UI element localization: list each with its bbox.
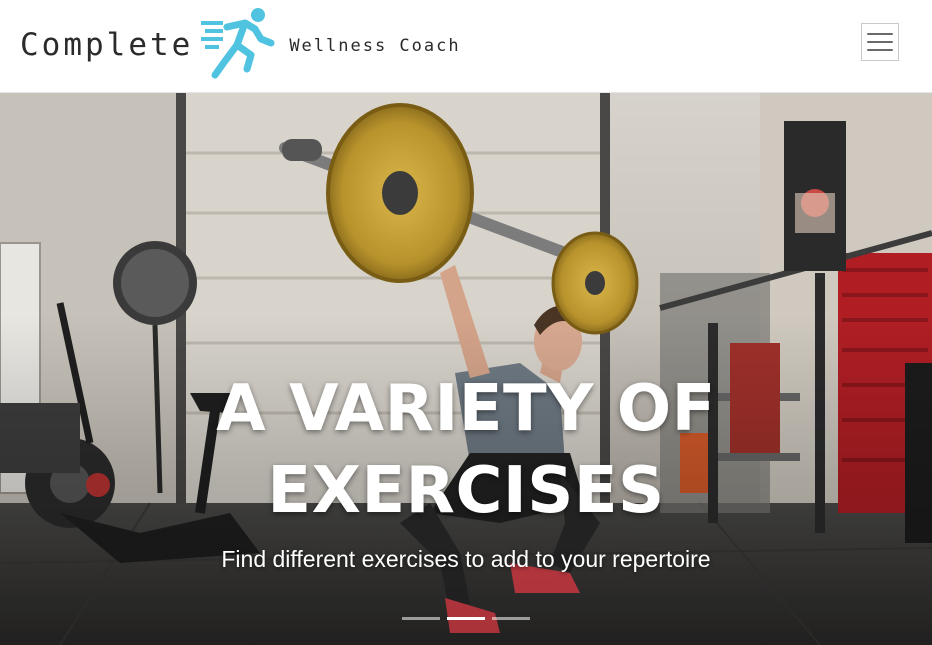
carousel-indicator-1[interactable]: [402, 617, 440, 620]
slide-subtitle: Find different exercises to add to your …: [221, 546, 711, 572]
running-person-icon: [201, 8, 275, 79]
logo-word: Complete: [20, 27, 194, 63]
carousel-indicators: [402, 617, 530, 621]
hamburger-menu-icon: [867, 41, 893, 43]
navbar-toggle-button[interactable]: [861, 23, 899, 61]
logo-tagline: Wellness Coach: [289, 36, 461, 56]
site-header: Complete Wellness Coach: [0, 0, 932, 93]
hero-carousel: A VARIETY OF EXERCISES Find different ex…: [0, 93, 932, 645]
carousel-indicator-3[interactable]: [492, 617, 530, 620]
hamburger-menu-icon: [867, 33, 893, 35]
slide-title: A VARIETY OF EXERCISES: [216, 372, 716, 528]
brand-logo[interactable]: Complete Wellness Coach: [20, 6, 461, 82]
carousel-indicator-2[interactable]: [447, 617, 485, 620]
carousel-caption: A VARIETY OF EXERCISES Find different ex…: [0, 368, 932, 573]
hamburger-menu-icon: [867, 49, 893, 51]
